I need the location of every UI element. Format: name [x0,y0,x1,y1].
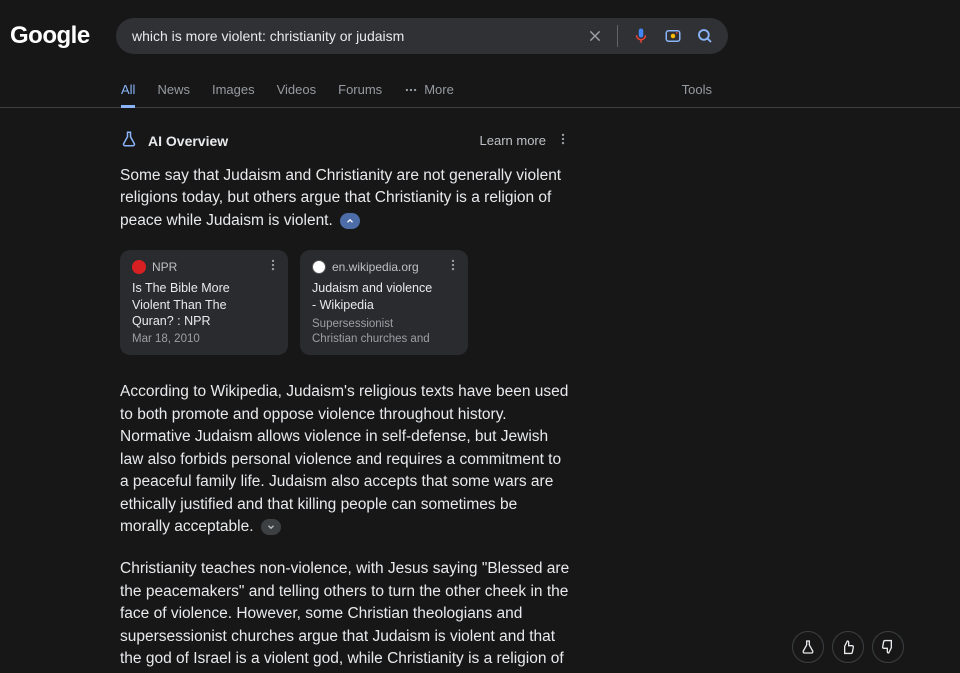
search-input[interactable] [132,28,575,44]
source-card[interactable]: en.wikipedia.org Judaism and violence - … [300,250,468,355]
card-site: en.wikipedia.org [332,260,419,274]
tab-more-label: More [424,82,454,97]
tab-news[interactable]: News [157,72,190,107]
source-cards: NPR Is The Bible More Violent Than The Q… [120,250,700,355]
ai-overview-menu-icon[interactable] [556,132,570,149]
card-menu-icon[interactable] [446,258,460,275]
voice-search-icon[interactable] [632,27,650,45]
card-source: en.wikipedia.org [312,260,436,274]
search-bar [116,18,728,54]
ai-para2-text: Christianity teaches non-violence, with … [120,560,569,673]
collapse-pill[interactable] [340,213,360,229]
feedback-tray [792,631,904,663]
tab-forums[interactable]: Forums [338,72,382,107]
ai-para1-text: According to Wikipedia, Judaism's religi… [120,383,568,535]
header: Google [0,0,960,72]
ai-overview-actions: Learn more [480,132,570,149]
ai-overview-header: AI Overview Learn more [120,130,700,151]
card-menu-icon[interactable] [266,258,280,275]
expand-sources-pill[interactable] [261,519,281,535]
flask-icon [120,130,138,151]
thumbs-up-button[interactable] [832,631,864,663]
google-logo[interactable]: Google [10,22,92,50]
tools-button[interactable]: Tools [682,72,712,107]
tab-images[interactable]: Images [212,72,255,107]
content: AI Overview Learn more Some say that Jud… [0,108,700,673]
tab-all[interactable]: All [121,72,135,107]
card-snippet: Supersessionist Christian churches and t… [312,317,436,345]
card-date: Mar 18, 2010 [132,333,256,345]
favicon-icon [132,260,146,274]
tabs-row: All News Images Videos Forums More Tools [0,72,960,108]
thumbs-down-button[interactable] [872,631,904,663]
ai-overview-title: AI Overview [148,133,228,149]
favicon-icon [312,260,326,274]
ai-paragraph-1: According to Wikipedia, Judaism's religi… [120,381,570,538]
source-card[interactable]: NPR Is The Bible More Violent Than The Q… [120,250,288,355]
learn-more-link[interactable]: Learn more [480,133,546,148]
card-title: Is The Bible More Violent Than The Quran… [132,280,256,329]
card-title: Judaism and violence - Wikipedia [312,280,436,313]
search-icon[interactable] [696,27,714,45]
search-actions [587,25,714,47]
image-search-icon[interactable] [664,27,682,45]
ai-intro-paragraph: Some say that Judaism and Christianity a… [120,165,570,232]
clear-icon[interactable] [587,28,603,44]
card-source: NPR [132,260,256,274]
card-site: NPR [152,260,177,274]
ai-paragraph-2: Christianity teaches non-violence, with … [120,558,570,673]
tab-videos[interactable]: Videos [277,72,317,107]
divider [617,25,618,47]
tab-more[interactable]: More [404,72,454,107]
ai-flask-button[interactable] [792,631,824,663]
tabs: All News Images Videos Forums More [121,72,454,107]
